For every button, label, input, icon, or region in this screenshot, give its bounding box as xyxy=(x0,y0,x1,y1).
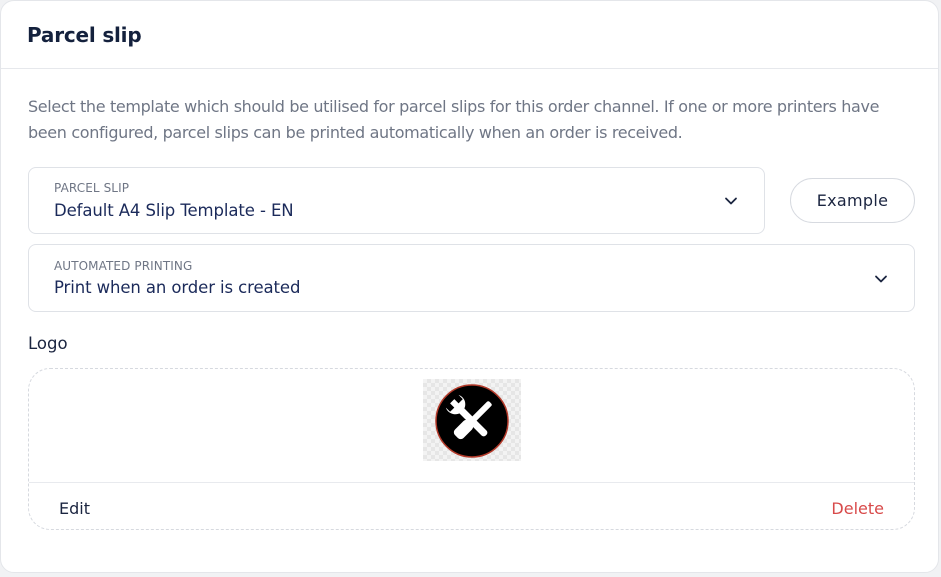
automated-printing-select[interactable]: AUTOMATED PRINTING Print when an order i… xyxy=(28,244,915,312)
logo-divider xyxy=(29,482,914,483)
logo-edit-link[interactable]: Edit xyxy=(59,499,90,518)
card-title: Parcel slip xyxy=(27,22,142,47)
parcel-slip-card: Parcel slip Select the template which sh… xyxy=(0,0,939,573)
parcel-slip-value: Default A4 Slip Template - EN xyxy=(54,201,294,220)
card-header: Parcel slip xyxy=(1,1,938,69)
logo-delete-link[interactable]: Delete xyxy=(831,499,884,518)
parcel-slip-label: PARCEL SLIP xyxy=(54,181,130,195)
logo-label: Logo xyxy=(28,334,68,353)
automated-printing-value: Print when an order is created xyxy=(54,278,301,297)
logo-image xyxy=(423,379,521,461)
wrench-screwdriver-logo-icon xyxy=(435,384,509,458)
automated-printing-label: AUTOMATED PRINTING xyxy=(54,259,193,273)
card-description: Select the template which should be util… xyxy=(28,97,880,142)
parcel-slip-select[interactable]: PARCEL SLIP Default A4 Slip Template - E… xyxy=(28,167,765,234)
chevron-down-icon xyxy=(875,275,887,283)
chevron-down-icon xyxy=(725,197,737,205)
logo-upload-area: Edit Delete xyxy=(28,368,915,530)
example-button[interactable]: Example xyxy=(790,178,915,223)
